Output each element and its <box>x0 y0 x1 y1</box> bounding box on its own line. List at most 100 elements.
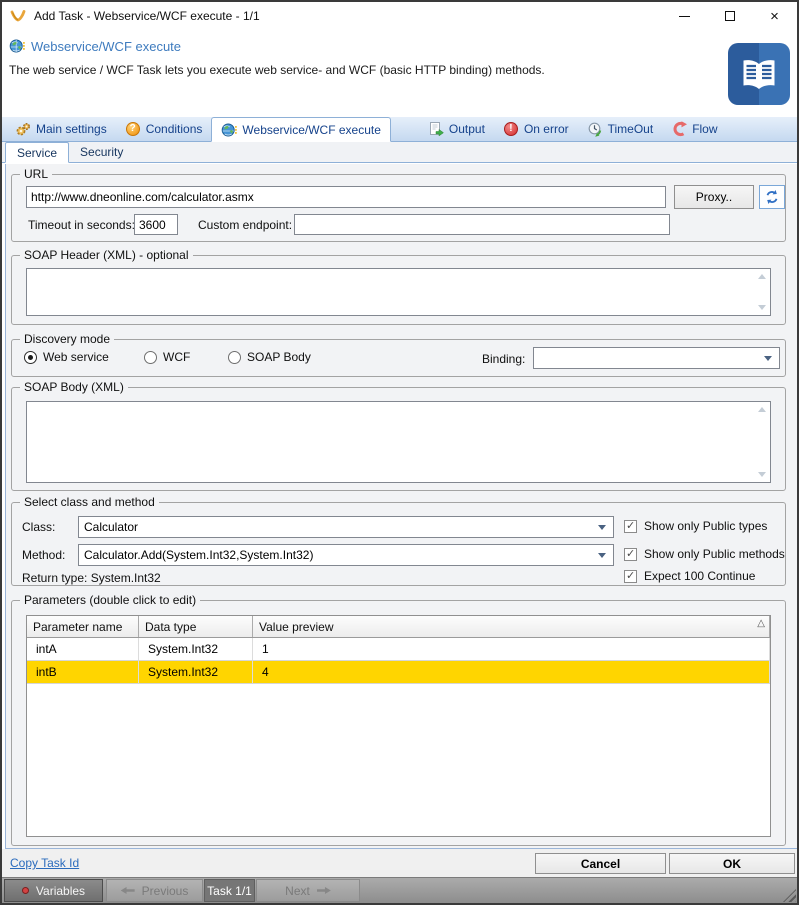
proxy-button[interactable]: Proxy.. <box>674 185 754 209</box>
discovery-group-label: Discovery mode <box>20 332 115 346</box>
radio-icon <box>144 350 157 364</box>
soap-header-textarea[interactable] <box>26 268 771 316</box>
column-header-value-preview[interactable]: Value preview △ <box>253 616 770 637</box>
sort-indicator-icon: △ <box>757 618 765 629</box>
dialog-header: Webservice/WCF execute The web service /… <box>2 30 797 117</box>
tab-conditions[interactable]: ? Conditions <box>116 117 212 141</box>
checkbox-show-public-types[interactable]: Show only Public types <box>624 519 767 533</box>
binding-select[interactable] <box>533 347 780 369</box>
scroll-down-icon[interactable] <box>758 472 766 477</box>
resize-grip[interactable] <box>783 889 796 902</box>
next-label: Next <box>285 883 310 898</box>
tab-main-settings[interactable]: Main settings <box>6 117 116 141</box>
cell-data-type: System.Int32 <box>139 638 253 660</box>
minimize-icon <box>679 15 690 17</box>
column-header-data-type[interactable]: Data type <box>139 616 253 637</box>
table-row-selected[interactable]: intB System.Int32 4 <box>27 661 770 684</box>
webservice-globe-icon <box>9 38 25 54</box>
binding-label: Binding: <box>482 352 526 366</box>
subtab-label: Security <box>80 145 124 159</box>
documentation-book-icon[interactable] <box>728 43 790 105</box>
url-group: URL Proxy.. Timeout in seconds: Custom e… <box>11 167 786 242</box>
red-dot-icon <box>21 887 29 894</box>
timeout-input[interactable] <box>134 214 178 235</box>
radio-soap-body[interactable]: SOAP Body <box>228 350 311 364</box>
tab-webservice-wcf-execute[interactable]: Webservice/WCF execute <box>211 117 391 142</box>
tab-label: Main settings <box>36 122 107 136</box>
dialog-footer: Copy Task Id Cancel OK <box>2 849 797 877</box>
tab-timeout[interactable]: TimeOut <box>578 117 663 141</box>
copy-task-id-link[interactable]: Copy Task Id <box>10 856 79 870</box>
checkbox-label: Show only Public types <box>644 519 768 533</box>
checkbox-show-public-methods[interactable]: Show only Public methods <box>624 547 785 561</box>
tab-output[interactable]: Output <box>419 117 494 141</box>
cell-parameter-name: intB <box>27 661 139 683</box>
url-group-label: URL <box>20 167 53 181</box>
parameters-group-label: Parameters (double click to edit) <box>20 593 201 607</box>
subtab-security[interactable]: Security <box>69 142 134 162</box>
output-document-icon <box>428 121 444 137</box>
radio-web-service[interactable]: Web service <box>24 350 109 364</box>
refresh-button[interactable] <box>759 185 785 209</box>
checkbox-expect-100-continue[interactable]: Expect 100 Continue <box>624 569 755 583</box>
dropdown-arrow-icon <box>764 355 772 361</box>
variables-button[interactable]: Variables <box>4 879 103 902</box>
task-indicator: Task 1/1 <box>204 879 255 902</box>
column-header-parameter-name[interactable]: Parameter name <box>27 616 139 637</box>
class-label: Class: <box>22 520 56 534</box>
column-header-label: Value preview <box>259 619 334 634</box>
parameters-table: Parameter name Data type Value preview △… <box>26 615 771 837</box>
soap-header-group-label: SOAP Header (XML) - optional <box>20 248 193 262</box>
parameters-table-header: Parameter name Data type Value preview △ <box>27 616 770 638</box>
titlebar: Add Task - Webservice/WCF execute - 1/1 … <box>2 2 797 30</box>
window-title: Add Task - Webservice/WCF execute - 1/1 <box>34 9 260 23</box>
ok-button[interactable]: OK <box>669 853 795 874</box>
radio-label: Web service <box>43 350 109 364</box>
maximize-icon <box>724 11 735 21</box>
cancel-button[interactable]: Cancel <box>535 853 666 874</box>
class-value: Calculator <box>84 520 139 534</box>
previous-task-button[interactable]: Previous <box>106 879 203 902</box>
discovery-mode-group: Discovery mode Web service WCF SOAP Body… <box>11 332 786 377</box>
cell-value-preview: 4 <box>253 661 770 683</box>
radio-label: WCF <box>163 350 191 364</box>
close-button[interactable]: × <box>752 2 797 30</box>
cell-parameter-name: intA <box>27 638 139 660</box>
sub-tabstrip: Service Security <box>2 142 797 163</box>
custom-endpoint-input[interactable] <box>294 214 670 235</box>
radio-label: SOAP Body <box>247 350 311 364</box>
tab-label: Conditions <box>145 122 203 136</box>
method-select[interactable]: Calculator.Add(System.Int32,System.Int32… <box>78 544 614 566</box>
method-label: Method: <box>22 548 66 562</box>
tab-on-error[interactable]: ! On error <box>494 117 578 141</box>
soap-body-group-label: SOAP Body (XML) <box>20 380 128 394</box>
gears-icon <box>15 121 31 137</box>
service-tab-page: URL Proxy.. Timeout in seconds: Custom e… <box>5 164 797 849</box>
scroll-up-icon[interactable] <box>758 407 766 412</box>
tab-flow[interactable]: Flow <box>662 117 726 141</box>
checkbox-label: Show only Public methods <box>644 547 785 561</box>
soap-body-group: SOAP Body (XML) <box>11 380 786 491</box>
scroll-up-icon[interactable] <box>758 274 766 279</box>
tab-label: Webservice/WCF execute <box>242 122 381 137</box>
class-select[interactable]: Calculator <box>78 516 614 538</box>
checkbox-label: Expect 100 Continue <box>644 569 756 583</box>
method-value: Calculator.Add(System.Int32,System.Int32… <box>84 548 314 562</box>
next-task-button[interactable]: Next <box>256 879 360 902</box>
arrow-left-icon <box>120 887 135 894</box>
minimize-button[interactable] <box>662 2 707 30</box>
maximize-button[interactable] <box>707 2 752 30</box>
cell-data-type: System.Int32 <box>139 661 253 683</box>
subtab-service[interactable]: Service <box>5 142 70 163</box>
url-input[interactable] <box>26 186 666 208</box>
soap-body-textarea[interactable] <box>26 401 771 483</box>
table-row[interactable]: intA System.Int32 1 <box>27 638 770 661</box>
tab-label: On error <box>523 122 569 136</box>
dropdown-arrow-icon <box>598 552 606 558</box>
task-indicator-label: Task 1/1 <box>207 883 252 898</box>
custom-endpoint-label: Custom endpoint: <box>198 218 293 232</box>
scroll-down-icon[interactable] <box>758 305 766 310</box>
checkbox-icon <box>624 547 637 561</box>
variables-label: Variables <box>35 883 86 898</box>
radio-wcf[interactable]: WCF <box>144 350 190 364</box>
